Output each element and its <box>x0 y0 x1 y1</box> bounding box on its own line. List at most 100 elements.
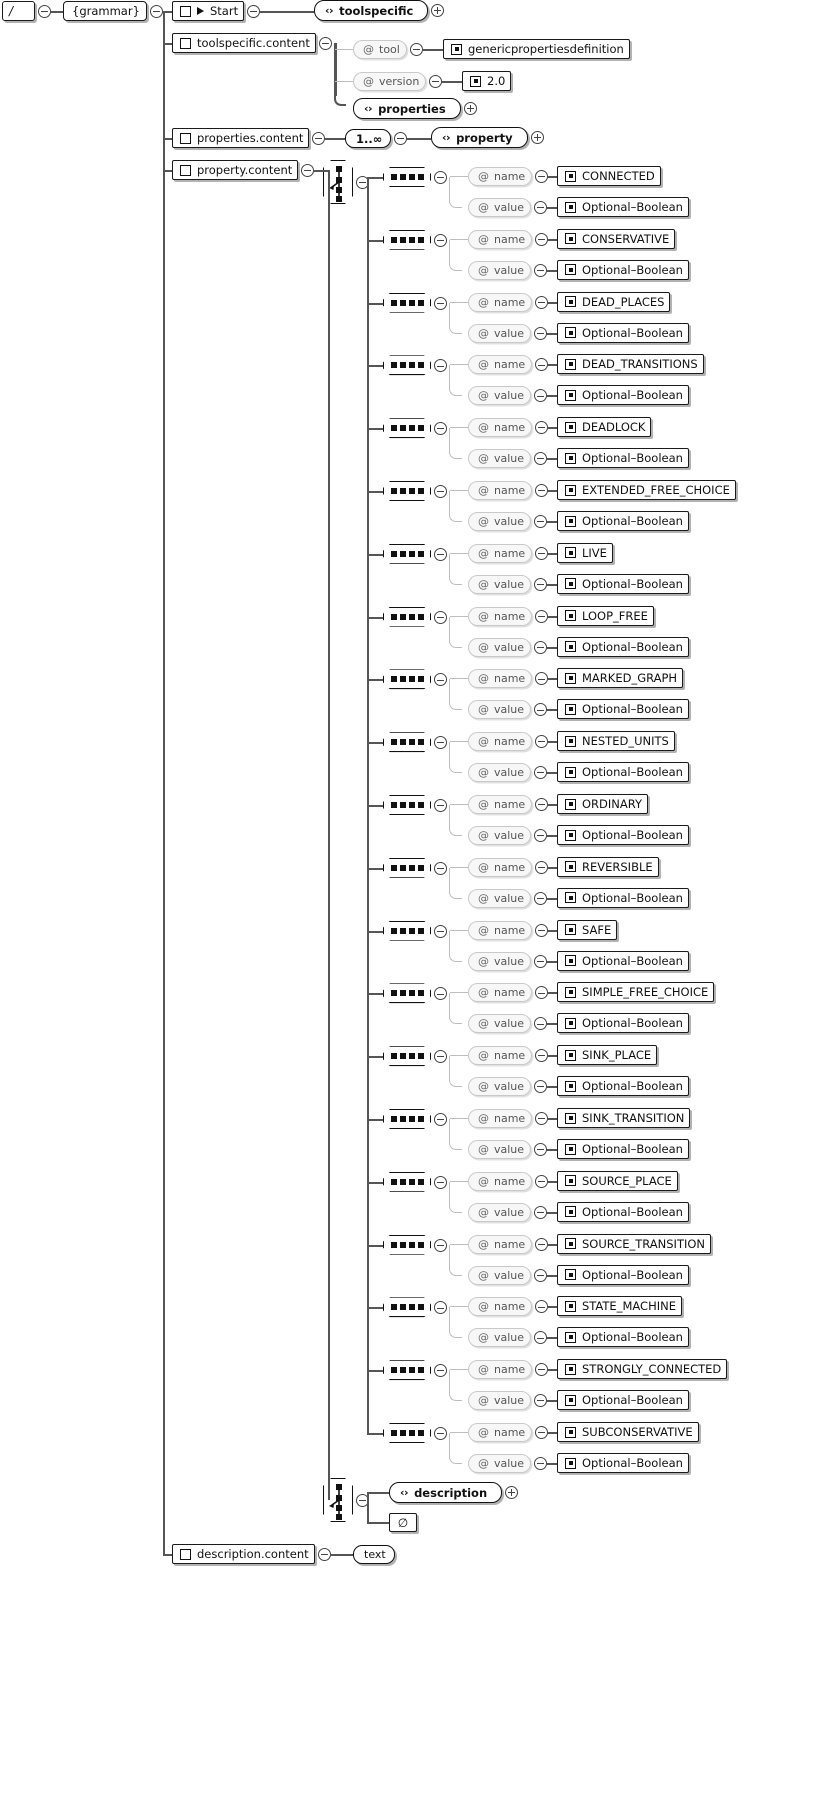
attribute-name-collapse-4[interactable] <box>535 421 548 435</box>
attribute-value-4[interactable]: @ value <box>468 449 531 469</box>
attribute-name-16[interactable]: @ name <box>468 1171 532 1191</box>
property-content-definition[interactable]: property.content <box>172 160 298 180</box>
attribute-value-14[interactable]: @ value <box>468 1077 531 1097</box>
property-value-type-7[interactable]: Optional–Boolean <box>557 636 689 657</box>
attribute-name-12[interactable]: @ name <box>468 920 532 940</box>
attribute-name-19[interactable]: @ name <box>468 1360 532 1380</box>
attribute-value-10[interactable]: @ value <box>468 826 531 845</box>
description-expand-icon[interactable] <box>505 1486 518 1499</box>
property-name-value-9[interactable]: NESTED_UNITS <box>557 731 675 752</box>
attribute-value-5[interactable]: @ value <box>468 512 531 531</box>
attribute-name-collapse-6[interactable] <box>535 546 548 560</box>
attribute-value-15[interactable]: @ value <box>468 1140 531 1159</box>
sequence-collapse-icon-17[interactable] <box>434 1238 447 1252</box>
property-content-collapse-icon[interactable] <box>301 164 314 177</box>
attribute-value-collapse-19[interactable] <box>534 1394 547 1408</box>
attribute-value-collapse-18[interactable] <box>534 1331 547 1345</box>
attribute-name-7[interactable]: @ name <box>468 606 532 626</box>
attribute-value-collapse-0[interactable] <box>534 201 547 214</box>
attribute-value-8[interactable]: @ value <box>468 700 531 720</box>
attribute-name-collapse-14[interactable] <box>535 1049 548 1063</box>
attribute-name-11[interactable]: @ name <box>468 857 532 877</box>
properties-content-collapse-icon[interactable] <box>312 132 325 145</box>
sequence-node-15[interactable] <box>383 1109 431 1129</box>
property-name-value-0[interactable]: CONNECTED <box>557 166 661 186</box>
property-value-type-10[interactable]: Optional–Boolean <box>557 825 689 845</box>
attribute-value-16[interactable]: @ value <box>468 1202 531 1222</box>
property-value-type-17[interactable]: Optional–Boolean <box>557 1264 689 1285</box>
attribute-name-collapse-17[interactable] <box>535 1237 548 1251</box>
attribute-name-20[interactable]: @ name <box>468 1423 532 1442</box>
property-name-value-13[interactable]: SIMPLE_FREE_CHOICE <box>557 982 714 1003</box>
sequence-node-18[interactable] <box>383 1297 431 1318</box>
attribute-name-collapse-15[interactable] <box>535 1112 548 1125</box>
attribute-tool[interactable]: @ tool <box>353 40 407 59</box>
attribute-value-collapse-5[interactable] <box>534 515 547 528</box>
property-name-value-4[interactable]: DEADLOCK <box>557 417 651 438</box>
attribute-name-6[interactable]: @ name <box>468 543 532 563</box>
attribute-value-collapse-6[interactable] <box>534 577 547 591</box>
attribute-name-5[interactable]: @ name <box>468 481 532 500</box>
attribute-value-6[interactable]: @ value <box>468 574 531 594</box>
description-content-definition[interactable]: description.content <box>172 1544 315 1564</box>
sequence-node-8[interactable] <box>383 669 431 690</box>
properties-expand-icon[interactable] <box>464 102 477 115</box>
attribute-name-collapse-3[interactable] <box>535 358 548 372</box>
start-definition[interactable]: Start <box>172 1 244 21</box>
property-expand-icon[interactable] <box>531 131 544 144</box>
sequence-collapse-icon-4[interactable] <box>434 422 447 436</box>
occurrence-indicator[interactable]: 1..∞ <box>345 129 391 148</box>
sequence-node-16[interactable] <box>383 1171 431 1192</box>
element-description[interactable]: ‹› description <box>389 1482 502 1503</box>
sequence-collapse-icon-19[interactable] <box>434 1364 447 1378</box>
attribute-version[interactable]: @ version <box>353 72 426 91</box>
property-name-value-17[interactable]: SOURCE_TRANSITION <box>557 1233 711 1254</box>
property-name-value-12[interactable]: SAFE <box>557 919 617 940</box>
sequence-node-4[interactable] <box>383 418 431 439</box>
sequence-node-9[interactable] <box>383 732 431 753</box>
attribute-value-19[interactable]: @ value <box>468 1391 531 1411</box>
attribute-name-8[interactable]: @ name <box>468 669 532 689</box>
attribute-name-15[interactable]: @ name <box>468 1109 532 1128</box>
attribute-value-11[interactable]: @ value <box>468 888 531 908</box>
property-value-type-13[interactable]: Optional–Boolean <box>557 1013 689 1034</box>
toolspecific-expand-icon[interactable] <box>431 4 444 17</box>
sequence-collapse-icon-13[interactable] <box>434 987 447 1001</box>
sequence-node-17[interactable] <box>383 1234 431 1255</box>
property-name-value-16[interactable]: SOURCE_PLACE <box>557 1170 678 1191</box>
attribute-value-collapse-20[interactable] <box>534 1457 547 1470</box>
attribute-value-collapse-1[interactable] <box>534 263 547 277</box>
attribute-value-collapse-14[interactable] <box>534 1080 547 1094</box>
type-genericpropertiesdefinition[interactable]: genericpropertiesdefinition <box>443 39 630 59</box>
attribute-value-collapse-9[interactable] <box>534 766 547 780</box>
sequence-node-14[interactable] <box>383 1046 431 1067</box>
attribute-value-1[interactable]: @ value <box>468 260 531 280</box>
attribute-value-collapse-13[interactable] <box>534 1017 547 1031</box>
attribute-value-collapse-7[interactable] <box>534 640 547 654</box>
sequence-collapse-icon-6[interactable] <box>434 547 447 561</box>
sequence-collapse-icon-18[interactable] <box>434 1301 447 1315</box>
grammar-collapse-icon[interactable] <box>150 5 163 18</box>
property-value-type-20[interactable]: Optional–Boolean <box>557 1453 689 1473</box>
property-name-value-19[interactable]: STRONGLY_CONNECTED <box>557 1359 727 1380</box>
attribute-name-3[interactable]: @ name <box>468 355 532 375</box>
property-value-type-16[interactable]: Optional–Boolean <box>557 1201 689 1222</box>
property-value-type-15[interactable]: Optional–Boolean <box>557 1139 689 1159</box>
sequence-node-2[interactable] <box>383 292 431 313</box>
sequence-collapse-icon-14[interactable] <box>434 1050 447 1064</box>
property-value-type-3[interactable]: Optional–Boolean <box>557 385 689 406</box>
root-node[interactable]: / <box>2 1 35 21</box>
attribute-name-collapse-7[interactable] <box>535 609 548 623</box>
element-properties[interactable]: ‹› properties <box>353 98 461 119</box>
attribute-name-14[interactable]: @ name <box>468 1046 532 1066</box>
sequence-node-6[interactable] <box>383 543 431 564</box>
attribute-name-2[interactable]: @ name <box>468 292 532 312</box>
attribute-tool-collapse-icon[interactable] <box>410 43 423 56</box>
attribute-name-collapse-18[interactable] <box>535 1300 548 1314</box>
property-value-type-8[interactable]: Optional–Boolean <box>557 699 689 720</box>
attribute-version-collapse-icon[interactable] <box>429 75 442 88</box>
sequence-collapse-icon-1[interactable] <box>434 233 447 247</box>
sequence-collapse-icon-5[interactable] <box>434 485 447 498</box>
sequence-collapse-icon-7[interactable] <box>434 610 447 624</box>
sequence-collapse-icon-0[interactable] <box>434 171 447 184</box>
